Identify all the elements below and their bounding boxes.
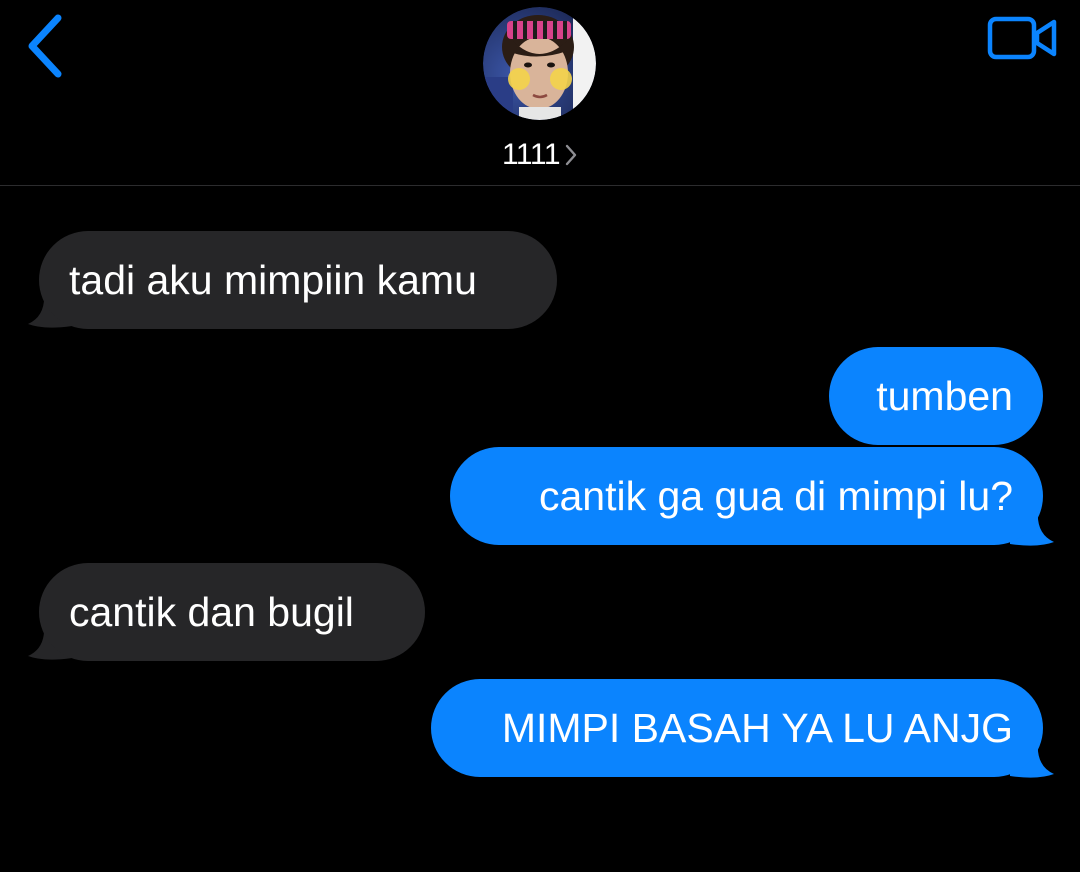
message-text: tadi aku mimpiin kamu xyxy=(69,256,477,303)
contact-name: 1111 xyxy=(501,138,561,171)
messages-screen: 1111 tadi aku mimpiin kamu tumben cantik… xyxy=(0,0,1080,872)
message-text: cantik ga gua di mimpi lu? xyxy=(538,472,1013,519)
contact-avatar[interactable] xyxy=(483,7,596,120)
message-sent[interactable]: tumben xyxy=(829,347,1043,445)
chevron-left-icon xyxy=(28,14,62,78)
message-sent[interactable]: MIMPI BASAH YA LU ANJG xyxy=(431,679,1043,777)
conversation-header: 1111 xyxy=(0,0,1080,186)
message-text: cantik dan bugil xyxy=(69,588,354,635)
contact-name-button[interactable]: 1111 xyxy=(440,134,640,176)
message-text: MIMPI BASAH YA LU ANJG xyxy=(501,704,1013,751)
message-received[interactable]: cantik dan bugil xyxy=(39,563,425,661)
message-received[interactable]: tadi aku mimpiin kamu xyxy=(39,231,557,329)
video-camera-icon xyxy=(987,16,1057,60)
message-text: tumben xyxy=(876,372,1013,419)
message-sent[interactable]: cantik ga gua di mimpi lu? xyxy=(450,447,1043,545)
chevron-right-icon xyxy=(564,143,578,167)
video-call-button[interactable] xyxy=(984,12,1062,64)
back-button[interactable] xyxy=(14,10,74,82)
